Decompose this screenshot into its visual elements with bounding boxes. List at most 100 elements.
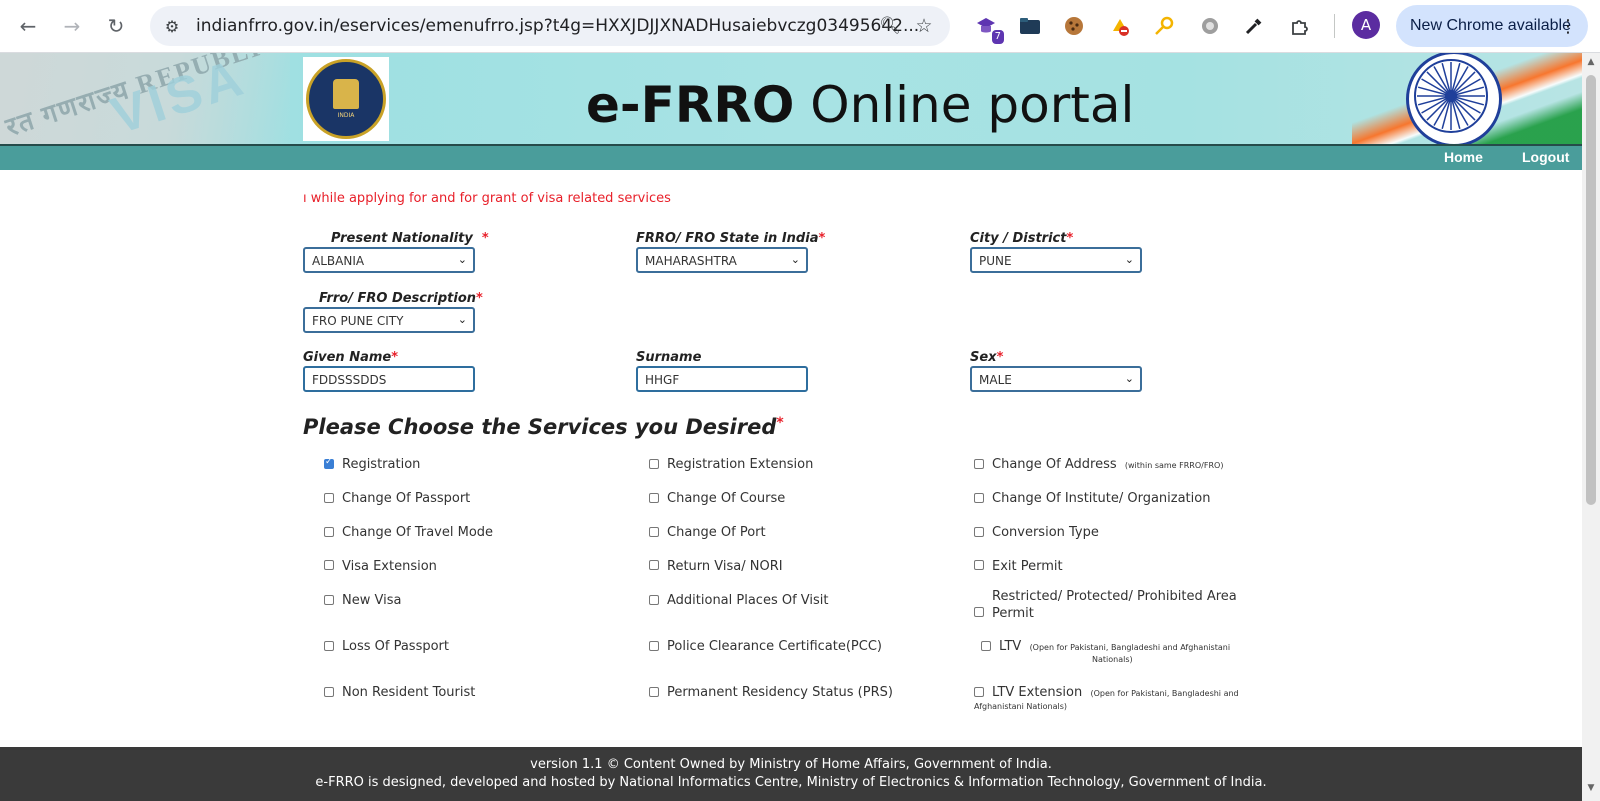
sex-label: Sex*: [970, 350, 1004, 365]
city-select[interactable]: PUNE ⌄: [970, 247, 1142, 273]
city-label: City / District*: [970, 231, 1074, 246]
restricted-area-checkbox[interactable]: [974, 607, 984, 617]
reload-icon[interactable]: ↻: [100, 10, 132, 42]
scroll-down-arrow-icon[interactable]: ▼: [1586, 783, 1596, 793]
ltv-extension-checkbox[interactable]: [974, 687, 984, 697]
bookmark-star-icon[interactable]: ☆: [912, 14, 936, 38]
pcc-checkbox[interactable]: [649, 641, 659, 651]
extension-folder-icon[interactable]: [1016, 12, 1044, 40]
registration-extension-checkbox[interactable]: [649, 459, 659, 469]
zoom-icon[interactable]: 🔍︎: [878, 14, 902, 38]
nationality-label: Present Nationality *: [331, 231, 489, 246]
change-of-institute-checkbox[interactable]: [974, 493, 984, 503]
ltv-extension-label: LTV Extension (Open for Pakistani, Bangl…: [992, 685, 1239, 700]
extensions-puzzle-icon[interactable]: [1286, 12, 1314, 40]
registration-checkbox[interactable]: [324, 457, 334, 469]
profile-avatar[interactable]: A: [1352, 11, 1380, 39]
site-info-icon[interactable]: ⚙: [160, 14, 184, 38]
exit-permit-label: Exit Permit: [992, 559, 1063, 574]
change-of-course-checkbox[interactable]: [649, 493, 659, 503]
change-of-passport-label: Change Of Passport: [342, 491, 471, 506]
conversion-type-label: Conversion Type: [992, 525, 1099, 540]
visa-stamp-image: रत गणराज्य REPUBLIC OF VISA: [0, 53, 331, 144]
change-of-travel-mode-label: Change Of Travel Mode: [342, 525, 494, 540]
bureau-of-immigration-logo: INDIA: [303, 57, 389, 141]
change-of-port-checkbox[interactable]: [649, 527, 659, 537]
portal-title: e-FRRO Online portal: [586, 75, 1134, 135]
state-label: FRRO/ FRO State in India*: [636, 231, 826, 246]
ltv-note-line2: Nationals): [1092, 655, 1133, 664]
return-visa-label: Return Visa/ NORI: [667, 559, 783, 574]
surname-label: Surname: [636, 350, 702, 365]
new-chrome-available-button[interactable]: New Chrome available ⋮: [1396, 5, 1588, 47]
visa-extension-checkbox[interactable]: [324, 560, 334, 570]
non-resident-tourist-label: Non Resident Tourist: [342, 685, 476, 700]
sex-select[interactable]: MALE ⌄: [970, 366, 1142, 392]
footer-credits-line: e-FRRO is designed, developed and hosted…: [315, 775, 1267, 790]
vertical-scrollbar[interactable]: ▲ ▼: [1582, 53, 1600, 801]
extension-blocked-icon[interactable]: [1106, 12, 1134, 40]
surname-input[interactable]: HHGF: [636, 366, 808, 392]
browser-toolbar: ← → ↻ ⚙ indianfrro.gov.in/eservices/emen…: [0, 0, 1600, 53]
nav-logout-link[interactable]: Logout: [1522, 149, 1569, 165]
frro-desc-select[interactable]: FRO PUNE CITY ⌄: [303, 307, 475, 333]
cookie-icon[interactable]: [1060, 12, 1088, 40]
change-of-institute-label: Change Of Institute/ Organization: [992, 491, 1211, 506]
toolbar-divider: [1334, 14, 1335, 38]
loss-of-passport-label: Loss Of Passport: [342, 639, 450, 654]
given-name-input[interactable]: FDDSSSDDS: [303, 366, 475, 392]
portal-title-rest: Online portal: [794, 76, 1135, 134]
eyedropper-icon[interactable]: [1240, 12, 1268, 40]
nav-bar: Home Logout: [0, 144, 1582, 170]
conversion-type-checkbox[interactable]: [974, 527, 984, 537]
frro-desc-label: Frro/ FRO Description*: [319, 291, 483, 306]
exit-permit-checkbox[interactable]: [974, 560, 984, 570]
scroll-thumb[interactable]: [1586, 75, 1596, 505]
registration-label: Registration: [342, 457, 421, 472]
ltv-checkbox[interactable]: [981, 641, 991, 651]
change-of-travel-mode-checkbox[interactable]: [324, 527, 334, 537]
url-text[interactable]: indianfrro.gov.in/eservices/emenufrro.js…: [196, 16, 919, 36]
return-visa-checkbox[interactable]: [649, 560, 659, 570]
extension-circle-icon[interactable]: [1196, 12, 1224, 40]
extension-graduation-icon[interactable]: 7: [972, 12, 1004, 44]
footer-version-line: version 1.1 © Content Owned by Ministry …: [530, 757, 1052, 772]
pcc-label: Police Clearance Certificate(PCC): [667, 639, 882, 654]
prs-checkbox[interactable]: [649, 687, 659, 697]
scroll-up-arrow-icon[interactable]: ▲: [1586, 57, 1596, 67]
loss-of-passport-checkbox[interactable]: [324, 641, 334, 651]
prs-label: Permanent Residency Status (PRS): [667, 685, 893, 700]
emblem-seal: INDIA: [306, 59, 386, 139]
additional-places-checkbox[interactable]: [649, 595, 659, 605]
ltv-label: LTV (Open for Pakistani, Bangladeshi and…: [999, 639, 1231, 654]
change-of-port-label: Change Of Port: [667, 525, 766, 540]
nationality-select[interactable]: ALBANIA ⌄: [303, 247, 475, 273]
chevron-down-icon: ⌄: [457, 253, 467, 266]
services-heading: Please Choose the Services you Desired*: [303, 415, 784, 439]
given-name-label: Given Name*: [303, 350, 399, 365]
portal-title-bold: e-FRRO: [586, 76, 795, 134]
change-of-address-checkbox[interactable]: [974, 459, 984, 469]
emblem-text: INDIA: [337, 112, 355, 119]
new-visa-label: New Visa: [342, 593, 402, 608]
non-resident-tourist-checkbox[interactable]: [324, 687, 334, 697]
back-arrow-icon[interactable]: ←: [12, 10, 44, 42]
chevron-down-icon: ⌄: [1124, 372, 1134, 385]
new-chrome-label: New Chrome available: [1410, 17, 1571, 34]
page-footer: version 1.1 © Content Owned by Ministry …: [0, 747, 1582, 801]
visa-stamp-word: VISA: [104, 53, 253, 144]
change-of-passport-checkbox[interactable]: [324, 493, 334, 503]
change-of-course-label: Change Of Course: [667, 491, 786, 506]
state-select[interactable]: MAHARASHTRA ⌄: [636, 247, 808, 273]
key-icon[interactable]: [1150, 12, 1178, 40]
forward-arrow-icon[interactable]: →: [56, 10, 88, 42]
address-bar[interactable]: ⚙ indianfrro.gov.in/eservices/emenufrro.…: [150, 6, 950, 46]
restricted-area-label-line2: Permit: [992, 606, 1034, 621]
more-options-icon[interactable]: ⋮: [1558, 15, 1578, 37]
restricted-area-label-line1: Restricted/ Protected/ Prohibited Area: [992, 589, 1237, 604]
new-visa-checkbox[interactable]: [324, 595, 334, 605]
registration-extension-label: Registration Extension: [667, 457, 814, 472]
ltv-extension-note-line2: Afghanistani Nationals): [974, 702, 1068, 711]
visa-extension-label: Visa Extension: [342, 559, 437, 574]
nav-home-link[interactable]: Home: [1444, 149, 1483, 165]
